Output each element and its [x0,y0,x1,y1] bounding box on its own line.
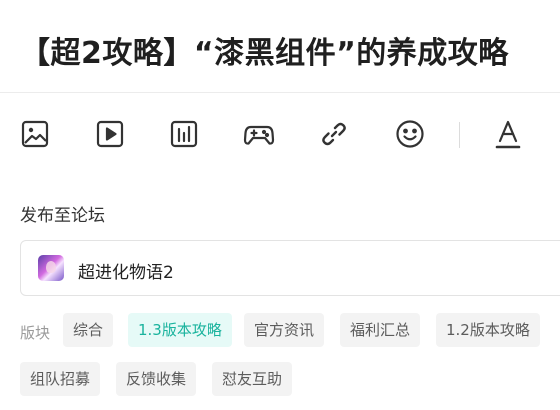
board-tag-feedback[interactable]: 反馈收集 [116,362,197,396]
image-icon[interactable] [15,114,55,154]
board-label: 版块 [20,324,51,342]
toolbar-separator [459,122,460,148]
board-tag-team-recruit[interactable]: 组队招募 [20,362,101,396]
emoji-icon[interactable] [390,114,430,154]
video-icon[interactable] [90,114,130,154]
poll-icon[interactable] [164,114,204,154]
board-tag-v13-guide[interactable]: 1.3版本攻略 [128,313,232,347]
board-tag-mutual-help[interactable]: 怼友互助 [212,362,293,396]
forum-avatar [38,255,64,281]
forum-selector[interactable]: 超进化物语2 [20,240,560,296]
link-icon[interactable] [314,114,354,154]
editor-toolbar [0,110,560,160]
post-title[interactable]: 【超2攻略】“漆黑组件”的养成攻略 [20,28,509,72]
game-controller-icon[interactable] [239,114,279,154]
board-tag-v12-guide[interactable]: 1.2版本攻略 [436,313,540,347]
board-tag-general[interactable]: 综合 [63,313,114,347]
text-format-icon[interactable] [488,114,528,154]
title-divider [0,92,560,93]
board-tag-official-news[interactable]: 官方资讯 [244,313,325,347]
publish-to-forum-label: 发布至论坛 [20,206,105,226]
board-tag-benefits[interactable]: 福利汇总 [340,313,421,347]
forum-name: 超进化物语2 [78,263,174,283]
